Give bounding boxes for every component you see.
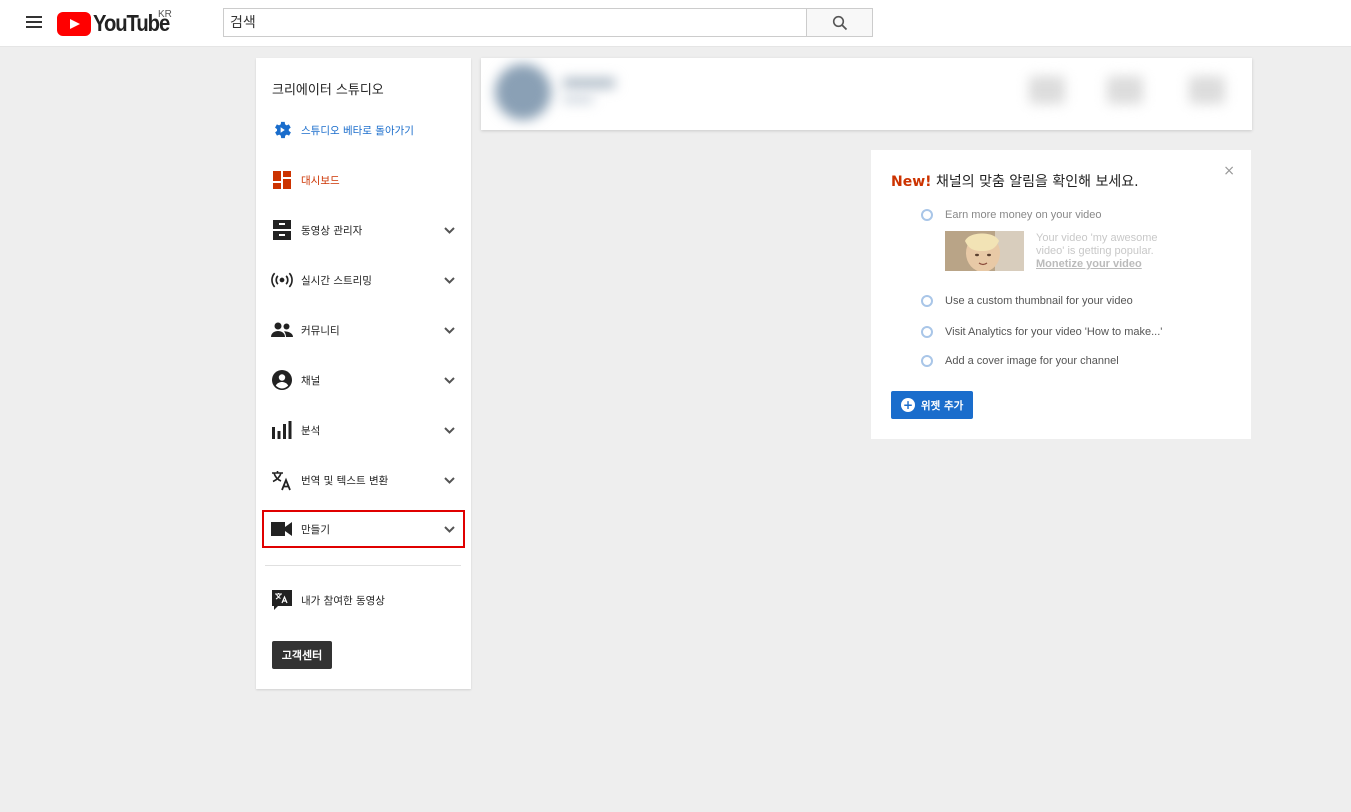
plus-circle-icon: + bbox=[901, 398, 915, 412]
chevron-down-icon[interactable] bbox=[443, 474, 455, 486]
sidebar-item-label: 내가 참여한 동영상 bbox=[301, 594, 385, 607]
gear-icon bbox=[271, 119, 293, 141]
sidebar-item-community[interactable]: 커뮤니티 bbox=[262, 311, 465, 349]
radio-icon[interactable] bbox=[921, 355, 933, 367]
search-button[interactable] bbox=[806, 8, 873, 37]
sidebar-item-create[interactable]: 만들기 bbox=[262, 510, 465, 548]
custom-alerts-card: × New! 채널의 맞춤 알림을 확인해 보세요. Earn more mon… bbox=[871, 150, 1251, 439]
sidebar-title: 크리에이터 스튜디오 bbox=[272, 83, 384, 98]
video-manager-icon bbox=[271, 219, 293, 241]
sidebar-item-label: 분석 bbox=[301, 424, 321, 437]
channel-stat-blurred bbox=[1107, 76, 1143, 104]
sidebar-item-studio-beta[interactable]: 스튜디오 베타로 돌아가기 bbox=[262, 111, 465, 149]
channel-header bbox=[481, 58, 1252, 130]
youtube-play-icon bbox=[57, 11, 91, 36]
tip-item[interactable]: Earn more money on your video bbox=[921, 209, 1102, 221]
channel-stat-blurred bbox=[1189, 76, 1225, 104]
radio-icon[interactable] bbox=[921, 209, 933, 221]
search-icon bbox=[832, 15, 847, 30]
tip-item[interactable]: Visit Analytics for your video 'How to m… bbox=[921, 326, 1162, 338]
bar-chart-icon bbox=[271, 419, 293, 441]
sidebar-item-label: 채널 bbox=[301, 374, 321, 387]
videocam-icon bbox=[271, 518, 293, 540]
sidebar-divider bbox=[265, 565, 461, 566]
top-bar: YouTube KR bbox=[0, 0, 1351, 47]
sidebar-item-label: 대시보드 bbox=[301, 174, 340, 187]
menu-icon[interactable] bbox=[26, 16, 42, 30]
channel-name-blurred bbox=[563, 78, 615, 88]
region-label: KR bbox=[158, 9, 172, 20]
monetize-link[interactable]: Monetize your video bbox=[1036, 258, 1142, 270]
account-circle-icon bbox=[271, 369, 293, 391]
sidebar-item-label: 커뮤니티 bbox=[301, 324, 340, 337]
card-title-text: 채널의 맞춤 알림을 확인해 보세요. bbox=[935, 174, 1139, 190]
translate-chat-icon bbox=[271, 589, 293, 611]
people-icon bbox=[271, 319, 293, 341]
chevron-down-icon[interactable] bbox=[443, 274, 455, 286]
live-icon bbox=[271, 269, 293, 291]
sidebar-item-dashboard[interactable]: 대시보드 bbox=[262, 161, 465, 199]
sidebar-item-contributions[interactable]: 내가 참여한 동영상 bbox=[262, 581, 465, 619]
radio-icon[interactable] bbox=[921, 295, 933, 307]
sidebar-item-label: 번역 및 텍스트 변환 bbox=[301, 474, 389, 487]
sidebar-item-channel[interactable]: 채널 bbox=[262, 361, 465, 399]
video-thumbnail bbox=[945, 231, 1024, 271]
new-badge: New! bbox=[891, 174, 932, 190]
channel-subtitle-blurred bbox=[563, 96, 593, 103]
add-widget-button[interactable]: + 위젯 추가 bbox=[891, 391, 973, 419]
sidebar-item-label: 실시간 스트리밍 bbox=[301, 274, 372, 287]
channel-stat-blurred bbox=[1029, 76, 1065, 104]
tip-item[interactable]: Add a cover image for your channel bbox=[921, 355, 1119, 367]
translate-icon bbox=[271, 469, 293, 491]
search-input[interactable] bbox=[223, 8, 807, 37]
radio-icon[interactable] bbox=[921, 326, 933, 338]
sidebar-item-label: 스튜디오 베타로 돌아가기 bbox=[301, 124, 414, 137]
sidebar-item-label: 만들기 bbox=[301, 523, 330, 536]
creator-studio-sidebar: 크리에이터 스튜디오 스튜디오 베타로 돌아가기 대시보드 동영상 관리자 실시… bbox=[256, 58, 471, 689]
popular-message: Your video 'my awesome video' is getting… bbox=[1036, 232, 1158, 257]
chevron-down-icon[interactable] bbox=[443, 424, 455, 436]
youtube-logo[interactable]: YouTube KR bbox=[57, 9, 180, 37]
chevron-down-icon[interactable] bbox=[443, 374, 455, 386]
sidebar-item-translations[interactable]: 번역 및 텍스트 변환 bbox=[262, 461, 465, 499]
chevron-down-icon[interactable] bbox=[443, 523, 455, 535]
help-center-button[interactable]: 고객센터 bbox=[272, 641, 332, 669]
dashboard-icon bbox=[271, 169, 293, 191]
card-title: New! 채널의 맞춤 알림을 확인해 보세요. bbox=[891, 171, 1139, 191]
tip-item[interactable]: Use a custom thumbnail for your video bbox=[921, 295, 1133, 307]
chevron-down-icon[interactable] bbox=[443, 224, 455, 236]
chevron-down-icon[interactable] bbox=[443, 324, 455, 336]
sidebar-item-live-streaming[interactable]: 실시간 스트리밍 bbox=[262, 261, 465, 299]
sidebar-item-label: 동영상 관리자 bbox=[301, 224, 363, 237]
sidebar-item-analytics[interactable]: 분석 bbox=[262, 411, 465, 449]
close-icon[interactable]: × bbox=[1223, 164, 1235, 178]
sidebar-item-video-manager[interactable]: 동영상 관리자 bbox=[262, 211, 465, 249]
channel-avatar bbox=[495, 64, 551, 120]
